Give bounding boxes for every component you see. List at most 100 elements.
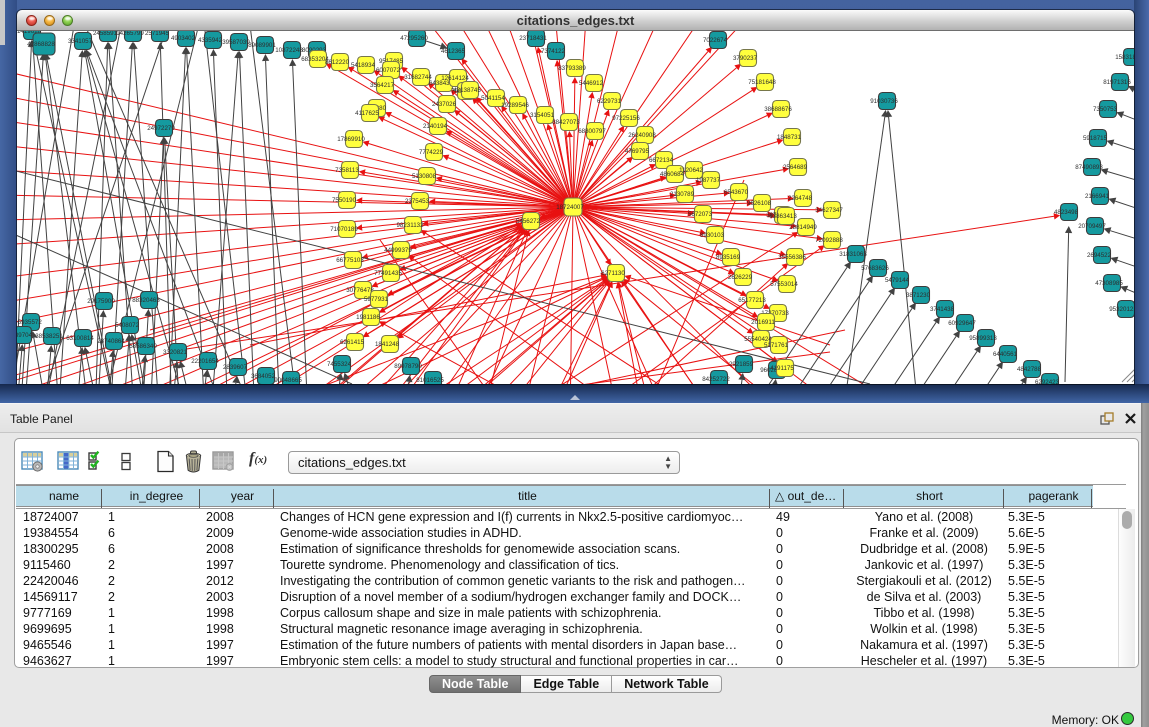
svg-text:8612220: 8612220 (325, 59, 350, 66)
svg-text:7374122: 7374122 (541, 48, 566, 55)
svg-text:2564689: 2564689 (783, 164, 808, 171)
svg-text:2437026: 2437026 (432, 101, 457, 108)
svg-text:66775103: 66775103 (336, 257, 364, 264)
svg-text:2130789: 2130789 (670, 191, 695, 198)
svg-text:19289546: 19289546 (501, 102, 529, 109)
svg-text:15831819: 15831819 (1115, 54, 1134, 61)
svg-text:30776478: 30776478 (346, 287, 374, 294)
svg-text:81016525: 81016525 (416, 377, 444, 384)
svg-text:88320463: 88320463 (132, 297, 160, 304)
svg-text:3684052: 3684052 (251, 373, 276, 380)
svg-text:5041154: 5041154 (481, 95, 505, 102)
svg-text:5672073: 5672073 (688, 211, 713, 218)
svg-text:84252722: 84252722 (702, 376, 730, 383)
svg-text:6440561: 6440561 (993, 351, 1018, 358)
svg-text:6292423: 6292423 (1035, 379, 1060, 384)
svg-text:3320821: 3320821 (163, 349, 188, 356)
svg-text:14265799: 14265799 (116, 31, 144, 37)
svg-text:34627347: 34627347 (815, 207, 843, 214)
svg-text:38688676: 38688676 (764, 106, 792, 113)
svg-text:5977931: 5977931 (364, 296, 389, 303)
svg-text:5479144: 5479144 (885, 277, 910, 284)
svg-text:7358113: 7358113 (335, 167, 359, 174)
svg-text:45935572: 45935572 (17, 319, 42, 326)
svg-text:3341057: 3341057 (68, 38, 93, 45)
svg-text:6543670: 6543670 (724, 189, 749, 196)
svg-text:42868828: 42868828 (27, 41, 55, 48)
svg-text:4539704: 4539704 (17, 332, 33, 339)
svg-text:9626108: 9626108 (747, 200, 772, 207)
svg-text:10872248: 10872248 (275, 47, 303, 54)
svg-text:5171761: 5171761 (764, 342, 789, 349)
svg-text:6007072: 6007072 (376, 67, 401, 74)
svg-text:4117625: 4117625 (355, 110, 379, 117)
svg-text:4823498: 4823498 (1054, 209, 1079, 216)
svg-text:24972279: 24972279 (147, 125, 175, 132)
svg-text:98231132: 98231132 (396, 222, 424, 229)
svg-text:22201654: 22201654 (191, 358, 219, 365)
svg-text:4769795: 4769795 (625, 148, 650, 155)
svg-text:1848731: 1848731 (777, 134, 802, 141)
svg-text:2375453: 2375453 (405, 198, 430, 205)
svg-text:4191175: 4191175 (770, 365, 794, 372)
svg-text:17869910: 17869910 (337, 136, 365, 143)
svg-text:1841248: 1841248 (375, 341, 400, 348)
svg-text:63100814: 63100814 (66, 335, 94, 342)
svg-text:28740864: 28740864 (97, 338, 125, 345)
svg-text:44999379: 44999379 (384, 247, 412, 254)
svg-text:95899313: 95899313 (969, 335, 997, 342)
svg-text:57553014: 57553014 (770, 281, 798, 288)
svg-text:4903402: 4903402 (171, 35, 196, 42)
svg-text:81971316: 81971316 (1103, 79, 1131, 86)
svg-text:29175900: 29175900 (87, 298, 115, 305)
svg-text:3741438: 3741438 (930, 306, 955, 313)
svg-text:23718431: 23718431 (519, 35, 547, 42)
svg-text:5446912: 5446912 (579, 80, 604, 87)
svg-text:65177213: 65177213 (738, 297, 766, 304)
svg-text:83863413: 83863413 (769, 213, 797, 220)
svg-text:68800797: 68800797 (578, 128, 606, 135)
svg-text:8935169: 8935169 (716, 254, 741, 261)
svg-text:5130808: 5130808 (412, 173, 437, 180)
svg-text:5418934: 5418934 (351, 62, 376, 69)
svg-text:4842788: 4842788 (1017, 366, 1042, 373)
svg-text:5456272: 5456272 (516, 218, 541, 225)
svg-text:2694522: 2694522 (1087, 252, 1112, 259)
svg-text:7774229: 7774229 (419, 149, 444, 156)
svg-text:4335942: 4335942 (198, 37, 223, 44)
svg-text:42138745: 42138745 (453, 87, 481, 94)
svg-text:20709497: 20709497 (1078, 223, 1106, 230)
svg-text:2140194: 2140194 (423, 123, 448, 130)
svg-text:47295260: 47295260 (400, 35, 428, 42)
svg-text:12614124: 12614124 (441, 75, 469, 82)
svg-text:3871230: 3871230 (906, 292, 931, 299)
svg-text:5918715: 5918715 (1083, 135, 1108, 142)
svg-text:8930103: 8930103 (700, 232, 725, 239)
svg-text:39587039: 39587039 (222, 39, 250, 46)
svg-text:87490893: 87490893 (1075, 164, 1103, 171)
svg-text:6229731: 6229731 (597, 98, 622, 105)
svg-text:5408072: 5408072 (115, 322, 140, 329)
svg-text:3564217: 3564217 (370, 82, 395, 89)
svg-text:72092888: 72092888 (815, 237, 843, 244)
svg-text:89978790: 89978790 (394, 363, 422, 370)
svg-text:1120642: 1120642 (679, 167, 703, 174)
svg-text:2839607: 2839607 (223, 364, 248, 371)
svg-text:75181648: 75181648 (748, 79, 776, 86)
svg-text:7455324: 7455324 (327, 361, 352, 368)
svg-text:18724007: 18724007 (556, 204, 584, 211)
svg-text:97225156: 97225156 (612, 115, 640, 122)
svg-text:58586340: 58586340 (129, 343, 157, 350)
svg-text:91030736: 91030736 (870, 98, 898, 105)
svg-text:6261415: 6261415 (340, 339, 365, 346)
svg-text:2264748: 2264748 (788, 195, 813, 202)
svg-text:6271130: 6271130 (601, 270, 625, 277)
svg-text:2571945: 2571945 (145, 31, 170, 37)
svg-text:38427073: 38427073 (552, 119, 580, 126)
svg-text:38538251: 38538251 (35, 333, 63, 340)
svg-text:31831063: 31831063 (839, 251, 867, 258)
svg-text:7350753: 7350753 (1093, 106, 1118, 113)
svg-text:35556386: 35556386 (778, 254, 806, 261)
svg-text:2166941: 2166941 (1085, 193, 1110, 200)
svg-text:3790237: 3790237 (733, 55, 758, 62)
